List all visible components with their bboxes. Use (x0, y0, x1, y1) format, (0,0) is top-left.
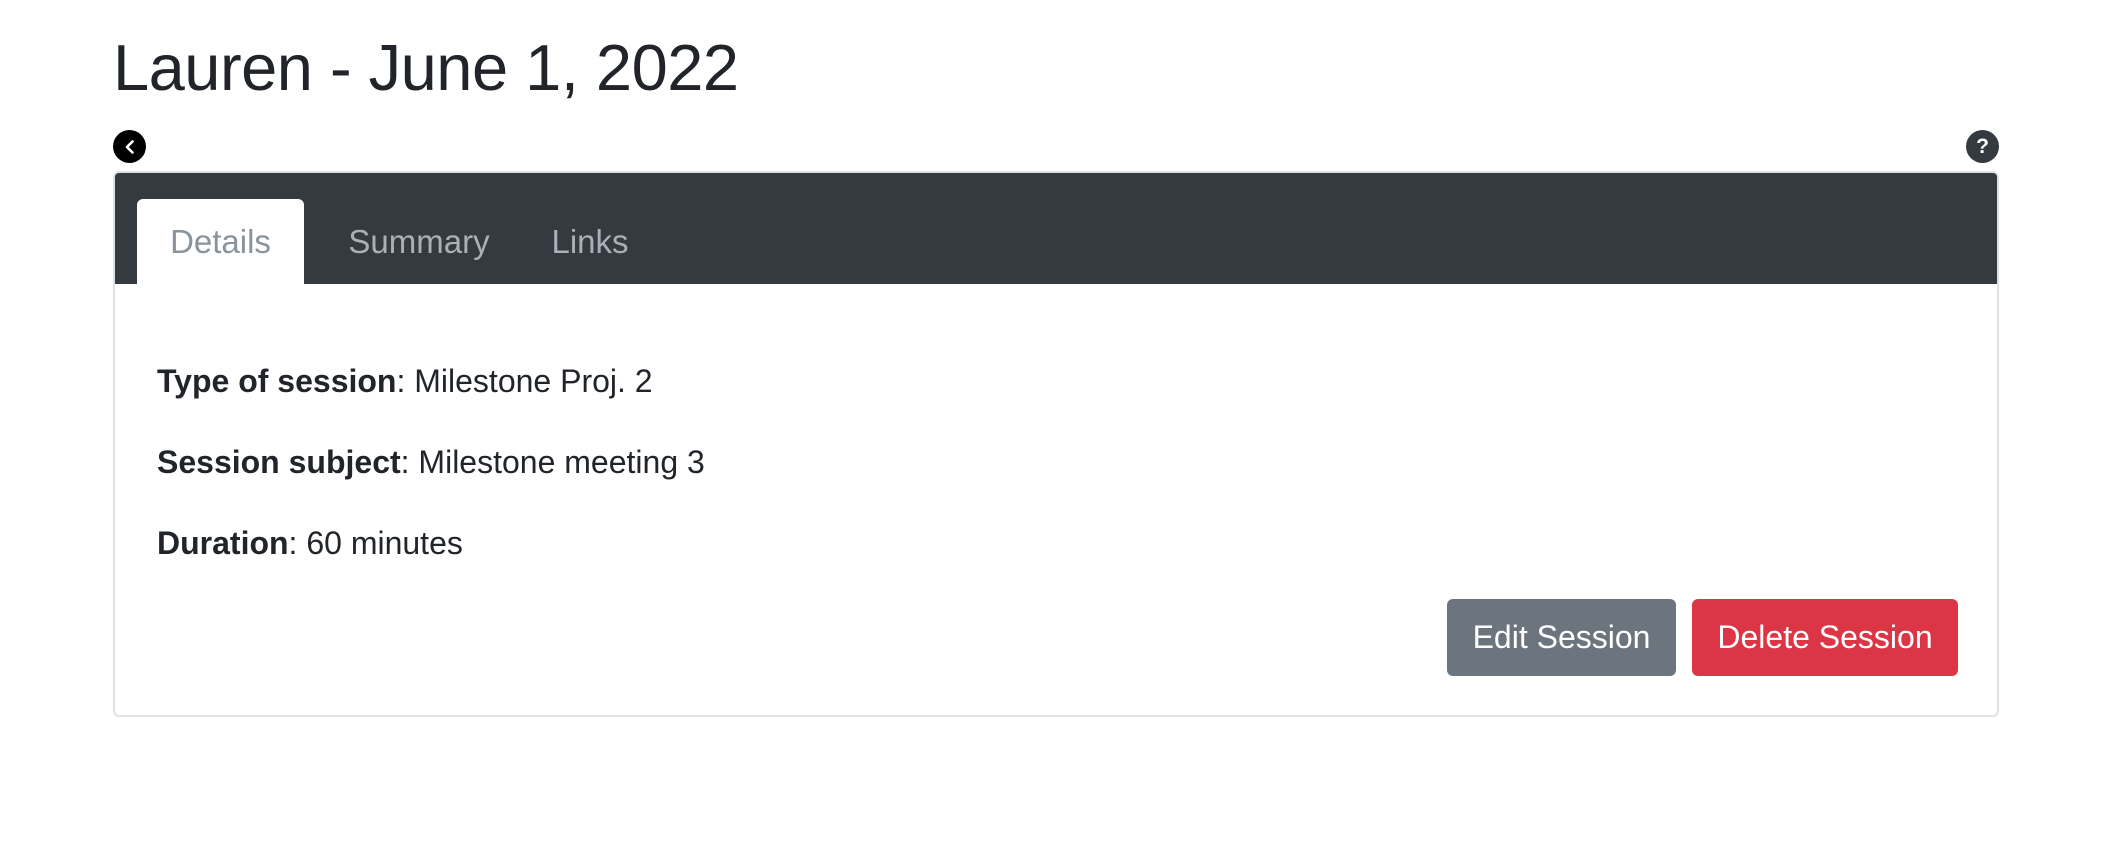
tab-label: Details (170, 222, 271, 260)
detail-label: Type of session (157, 363, 397, 399)
question-mark-icon: ? (1976, 134, 1989, 158)
page-title: Lauren - June 1, 2022 (113, 31, 739, 104)
detail-value: : Milestone meeting 3 (400, 444, 705, 480)
tab-label: Links (551, 222, 629, 260)
detail-type-of-session: Type of session: Milestone Proj. 2 (157, 361, 653, 401)
detail-label: Duration (157, 525, 289, 561)
tab-details[interactable]: Details (137, 199, 304, 284)
detail-value: : Milestone Proj. 2 (396, 363, 653, 399)
tab-summary[interactable]: Summary (324, 199, 514, 284)
tab-label: Summary (348, 222, 490, 260)
detail-session-subject: Session subject: Milestone meeting 3 (157, 442, 705, 482)
back-button[interactable] (113, 130, 146, 163)
detail-value: : 60 minutes (288, 525, 463, 561)
session-card: Details Summary Links Type of session: M… (113, 171, 1999, 717)
detail-duration: Duration: 60 minutes (157, 523, 463, 563)
tab-links[interactable]: Links (530, 199, 650, 284)
help-button[interactable]: ? (1966, 130, 1999, 163)
detail-label: Session subject (157, 444, 401, 480)
delete-session-button[interactable]: Delete Session (1692, 599, 1958, 676)
chevron-left-icon (125, 139, 134, 154)
tab-bar: Details Summary Links (115, 173, 1997, 284)
edit-session-button[interactable]: Edit Session (1447, 599, 1676, 676)
